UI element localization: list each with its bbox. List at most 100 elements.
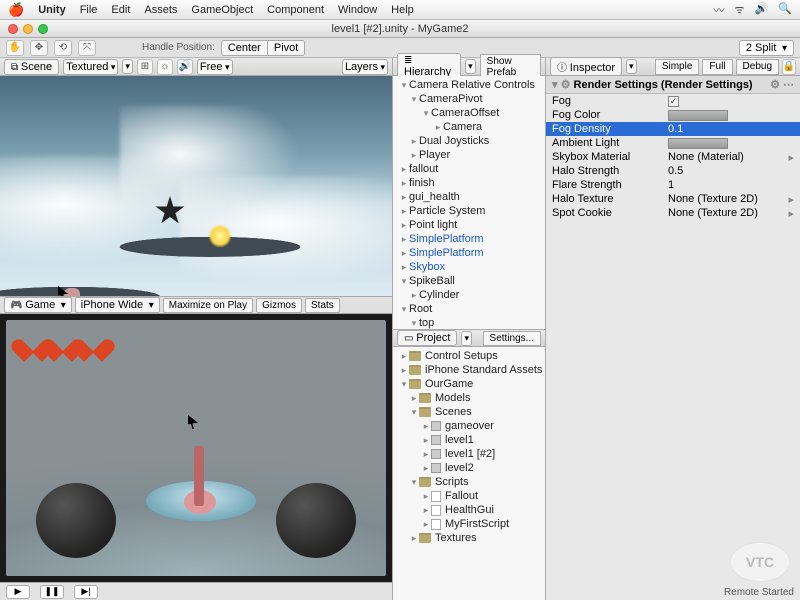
play-button[interactable]: ▶ [6, 585, 30, 599]
scene-audio-toggle[interactable]: 🔊 [177, 59, 193, 75]
inspector-debug-button[interactable]: Debug [736, 59, 779, 75]
color-swatch[interactable] [668, 138, 728, 149]
handle-pivot-button[interactable]: Pivot [268, 40, 305, 56]
hierarchy-item[interactable]: ▸Camera [393, 120, 545, 134]
hierarchy-item[interactable]: ▾Root [393, 302, 545, 316]
layout-dropdown[interactable]: 2 Split ▾ [739, 40, 794, 56]
hierarchy-item[interactable]: ▾CameraPivot [393, 92, 545, 106]
scene-tab[interactable]: ⧉ Scene [4, 59, 59, 75]
hierarchy-item[interactable]: ▾top [393, 316, 545, 329]
inspector-menu-dropdown[interactable]: ▾ [626, 59, 637, 74]
menu-component[interactable]: Component [267, 4, 324, 16]
scene-view[interactable] [0, 76, 392, 296]
game-tab[interactable]: 🎮 Game ▾ [4, 297, 72, 313]
project-item[interactable]: ▸Fallout [393, 489, 545, 503]
project-item[interactable]: ▸MyFirstScript [393, 517, 545, 531]
menu-help[interactable]: Help [391, 4, 414, 16]
wifi-icon[interactable]: ᯤ [735, 2, 745, 18]
rotate-tool-button[interactable]: ⟲ [54, 40, 72, 56]
gizmos-toggle[interactable]: Gizmos [256, 298, 302, 313]
project-item[interactable]: ▾Scenes [393, 405, 545, 419]
aspect-dropdown[interactable]: iPhone Wide ▾ [75, 297, 160, 313]
shading-mode-dropdown[interactable]: Textured ▾ [63, 59, 118, 75]
project-item[interactable]: ▸iPhone Standard Assets [393, 363, 545, 377]
hierarchy-item[interactable]: ▸Dual Joysticks [393, 134, 545, 148]
project-item[interactable]: ▾OurGame [393, 377, 545, 391]
hierarchy-item[interactable]: ▸finish [393, 176, 545, 190]
project-item[interactable]: ▸Control Setups [393, 349, 545, 363]
inspector-property-row[interactable]: Fog Color [546, 108, 800, 122]
hand-tool-button[interactable]: ✋ [6, 40, 24, 56]
hierarchy-item[interactable]: ▸Player [393, 148, 545, 162]
project-tab[interactable]: ▭ Project [397, 330, 457, 346]
hierarchy-item[interactable]: ▸SimplePlatform [393, 232, 545, 246]
inspector-property-row[interactable]: Fog Density0.1 [546, 122, 800, 136]
project-item[interactable]: ▸Models [393, 391, 545, 405]
menu-assets[interactable]: Assets [144, 4, 177, 16]
spotlight-icon[interactable]: 🔍 [778, 2, 792, 18]
right-joystick[interactable] [276, 483, 356, 558]
hierarchy-item[interactable]: ▸Point light [393, 218, 545, 232]
inspector-property-row[interactable]: Skybox MaterialNone (Material) ▸ [546, 150, 800, 164]
inspector-property-row[interactable]: Ambient Light [546, 136, 800, 150]
scene-lighting-toggle[interactable]: ☼ [157, 59, 173, 75]
menu-edit[interactable]: Edit [111, 4, 130, 16]
inspector-simple-button[interactable]: Simple [655, 59, 700, 75]
component-options-icon[interactable]: ⚙ ⋯ [770, 78, 794, 91]
hierarchy-tree[interactable]: ▾Camera Relative Controls▾CameraPivot▾Ca… [393, 76, 545, 329]
speaker-icon[interactable]: 🔊 [755, 2, 769, 18]
hierarchy-menu-dropdown[interactable]: ▾ [465, 59, 476, 74]
inspector-property-row[interactable]: Fog✓ [546, 94, 800, 108]
project-settings-button[interactable]: Settings... [483, 331, 541, 346]
hierarchy-item[interactable]: ▸gui_health [393, 190, 545, 204]
hierarchy-item[interactable]: ▾Camera Relative Controls [393, 78, 545, 92]
hierarchy-item[interactable]: ▾CameraOffset [393, 106, 545, 120]
project-tree[interactable]: ▸Control Setups▸iPhone Standard Assets▾O… [393, 347, 545, 600]
inspector-lock-icon[interactable]: 🔒 [782, 59, 796, 75]
hierarchy-item[interactable]: ▸SimplePlatform [393, 246, 545, 260]
hierarchy-item[interactable]: ▸Skybox [393, 260, 545, 274]
stats-toggle[interactable]: Stats [305, 298, 340, 313]
inspector-tab[interactable]: ⓘ Inspector [550, 57, 622, 76]
hierarchy-item[interactable]: ▾SpikeBall [393, 274, 545, 288]
player-mesh[interactable] [64, 288, 80, 296]
rendermode-dropdown[interactable]: ▾ [122, 59, 133, 74]
project-item[interactable]: ▸level2 [393, 461, 545, 475]
menu-gameobject[interactable]: GameObject [191, 4, 253, 16]
scene-toggle-1[interactable]: ⊞ [137, 59, 153, 75]
layers-dropdown[interactable]: Layers ▾ [342, 59, 388, 75]
menu-window[interactable]: Window [338, 4, 377, 16]
hierarchy-item[interactable]: ▸Particle System [393, 204, 545, 218]
inspector-full-button[interactable]: Full [702, 59, 732, 75]
inspector-component-header[interactable]: ▾ ⚙ Render Settings (Render Settings) ⚙ … [546, 76, 800, 94]
inspector-property-row[interactable]: Spot CookieNone (Texture 2D) ▸ [546, 206, 800, 220]
project-item[interactable]: ▾Scripts [393, 475, 545, 489]
project-item[interactable]: ▸Textures [393, 531, 545, 545]
move-tool-button[interactable]: ✥ [30, 40, 48, 56]
hierarchy-item[interactable]: ▸fallout [393, 162, 545, 176]
project-item[interactable]: ▸gameover [393, 419, 545, 433]
checkbox[interactable]: ✓ [668, 96, 679, 107]
wave-icon[interactable]: 〰 [714, 2, 725, 18]
apple-menu-icon[interactable]: 🍎 [8, 2, 24, 18]
left-joystick[interactable] [36, 483, 116, 558]
inspector-property-row[interactable]: Halo Strength0.5 [546, 164, 800, 178]
color-swatch[interactable] [668, 110, 728, 121]
project-item[interactable]: ▸level1 [393, 433, 545, 447]
scale-tool-button[interactable]: ⤧ [78, 40, 96, 56]
app-menu[interactable]: Unity [38, 4, 66, 16]
hierarchy-item[interactable]: ▸Cylinder [393, 288, 545, 302]
project-menu-dropdown[interactable]: ▾ [461, 331, 472, 346]
handle-center-button[interactable]: Center [221, 40, 268, 56]
inspector-property-row[interactable]: Flare Strength1 [546, 178, 800, 192]
pause-button[interactable]: ❚❚ [40, 585, 64, 599]
maximize-on-play-button[interactable]: Maximize on Play [163, 298, 253, 313]
menu-file[interactable]: File [80, 4, 98, 16]
step-button[interactable]: ▶| [74, 585, 98, 599]
scene-free-dropdown[interactable]: Free ▾ [197, 59, 233, 75]
project-item[interactable]: ▸level1 [#2] [393, 447, 545, 461]
project-item[interactable]: ▸HealthGui [393, 503, 545, 517]
inspector-property-row[interactable]: Halo TextureNone (Texture 2D) ▸ [546, 192, 800, 206]
point-light-gizmo[interactable] [208, 224, 232, 248]
game-view[interactable] [6, 320, 386, 576]
